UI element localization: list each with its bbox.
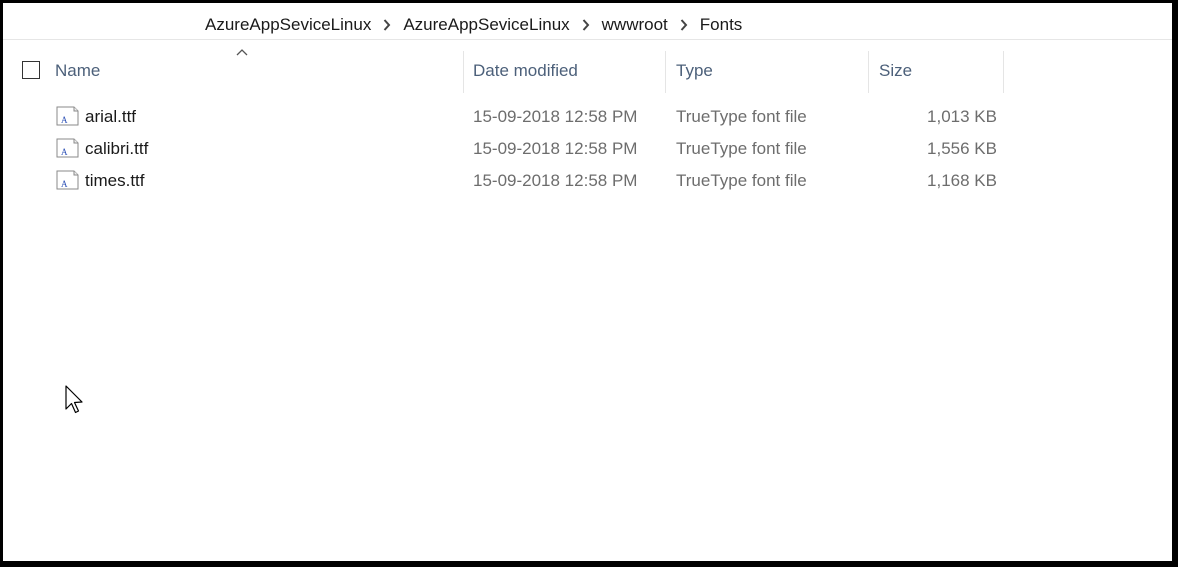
breadcrumb-item[interactable]: AzureAppSeviceLinux [203,15,373,35]
file-name[interactable]: arial.ttf [85,107,136,127]
column-header-size-label: Size [879,61,913,80]
breadcrumb: AzureAppSeviceLinux AzureAppSeviceLinux … [203,13,744,37]
svg-text:A: A [61,147,68,157]
file-date-modified: 15-09-2018 12:58 PM [473,171,638,190]
font-file-icon: A [56,106,79,126]
column-header-date-label: Date modified [473,61,578,80]
column-header-name[interactable]: Name [55,51,459,91]
column-header-size[interactable]: Size [869,51,1007,91]
file-size: 1,556 KB [927,139,997,158]
chevron-right-icon[interactable] [373,13,401,37]
file-row[interactable]: A times.ttf 15-09-2018 12:58 PM TrueType… [51,165,1001,197]
font-file-icon: A [56,138,79,158]
file-explorer-window: AzureAppSeviceLinux AzureAppSeviceLinux … [3,3,1172,561]
breadcrumb-item[interactable]: wwwroot [600,15,670,35]
file-row[interactable]: A calibri.ttf 15-09-2018 12:58 PM TrueTy… [51,133,1001,165]
chevron-right-icon[interactable] [572,13,600,37]
file-date-modified: 15-09-2018 12:58 PM [473,139,638,158]
breadcrumb-divider [3,39,1172,40]
file-size: 1,168 KB [927,171,997,190]
file-type: TrueType font file [676,139,807,158]
file-size: 1,013 KB [927,107,997,126]
svg-text:A: A [61,115,68,125]
column-header-date-modified[interactable]: Date modified [465,51,667,91]
select-all-checkbox[interactable] [22,61,40,79]
column-header-type-label: Type [676,61,713,80]
column-header-name-label: Name [55,61,101,80]
file-type: TrueType font file [676,107,807,126]
mouse-pointer-icon [65,385,83,414]
breadcrumb-item[interactable]: AzureAppSeviceLinux [401,15,571,35]
breadcrumb-item-current[interactable]: Fonts [698,15,745,35]
file-date-modified: 15-09-2018 12:58 PM [473,107,638,126]
file-type: TrueType font file [676,171,807,190]
file-name[interactable]: times.ttf [85,171,145,191]
column-divider[interactable] [1003,51,1004,93]
column-divider[interactable] [463,51,464,93]
svg-text:A: A [61,179,68,189]
file-row[interactable]: A arial.ttf 15-09-2018 12:58 PM TrueType… [51,101,1001,133]
font-file-icon: A [56,170,79,190]
file-name[interactable]: calibri.ttf [85,139,148,159]
column-header-type[interactable]: Type [666,51,870,91]
chevron-right-icon[interactable] [670,13,698,37]
